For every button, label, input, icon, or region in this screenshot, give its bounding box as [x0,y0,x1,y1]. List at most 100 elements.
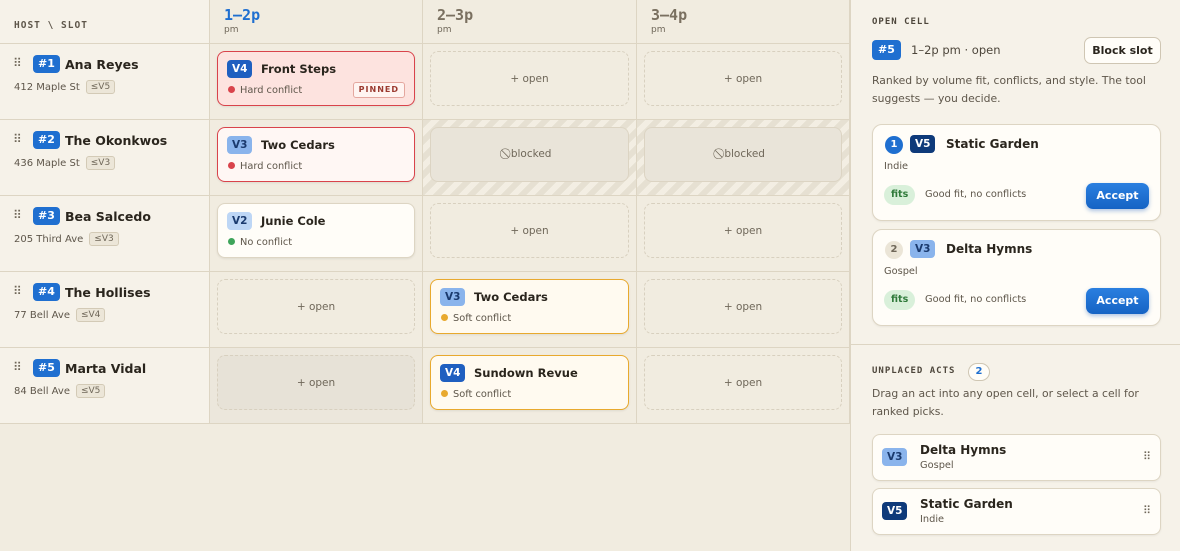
conflict-dot-icon [441,314,448,321]
act-name: Delta Hymns [920,443,1007,457]
act-name: Front Steps [261,62,337,76]
host-address: 84 Bell Ave [14,386,70,397]
open-slot[interactable]: + open [430,51,629,106]
grid-cell[interactable]: + open [423,196,637,272]
open-slot[interactable]: + open [644,203,842,258]
open-slot[interactable]: + open [644,51,842,106]
open-slot[interactable]: + open [430,203,629,258]
volume-badge: V5 [882,502,908,520]
host-name: Marta Vidal [65,361,147,376]
fit-badge: fits [884,290,916,310]
open-slot-selected[interactable]: + open [217,355,415,410]
act-card[interactable]: V4 Sundown Revue Soft conflict [430,355,629,410]
act-name: Sundown Revue [474,366,578,380]
ranked-pick-card[interactable]: 2 V3 Delta Hymns Gospel fits Good fit, n… [872,229,1161,326]
act-card[interactable]: V2 Junie Cole No conflict [217,203,415,258]
grid-cell[interactable]: V3 Two Cedars Hard conflict [210,120,423,196]
grid-cell[interactable]: V4 Front Steps Hard conflict PINNED [210,44,423,120]
volume-badge: V5 [910,135,936,153]
host-name: Bea Salcedo [65,209,151,224]
drag-handle-icon[interactable]: ⠿ [1143,450,1151,463]
accept-button[interactable]: Accept [1086,288,1149,314]
side-panel: OPEN CELL #5 1–2p pm · open Block slot R… [850,0,1180,551]
volume-limit-tag: ≤V4 [75,308,106,322]
host-row-2[interactable]: ⠿ #2 The Okonkwos 436 Maple St ≤V3 [0,120,210,196]
grid-cell-blocked[interactable]: ⃠ blocked [423,120,637,196]
host-address: 412 Maple St [14,82,80,93]
block-slot-button[interactable]: Block slot [1084,37,1161,64]
grid-cell-blocked[interactable]: ⃠ blocked [637,120,850,196]
conflict-dot-icon [228,238,235,245]
blocked-slot[interactable]: ⃠ blocked [430,127,629,182]
conflict-dot-icon [228,162,235,169]
grid-cell[interactable]: V4 Sundown Revue Soft conflict [423,348,637,424]
slot-header-1[interactable]: 1–2p pm [210,0,423,44]
grid-cell[interactable]: + open [637,44,850,120]
volume-badge: V3 [440,288,466,306]
act-card[interactable]: V3 Two Cedars Hard conflict [217,127,415,182]
slot-header-2[interactable]: 2–3p pm [423,0,637,44]
open-slot[interactable]: + open [644,279,842,334]
host-slot-label: HOST \ SLOT [14,20,88,31]
open-cell-description: Ranked by volume fit, conflicts, and sty… [872,74,1146,105]
unplaced-count-badge: 2 [968,363,990,381]
grid-cell[interactable]: + open [637,196,850,272]
drag-handle-icon[interactable]: ⠿ [13,360,22,374]
slot-sublabel: pm [224,25,239,35]
drag-handle-icon[interactable]: ⠿ [13,284,22,298]
schedule-grid: HOST \ SLOT 1–2p pm 2–3p pm 3–4p pm ⠿ #1… [0,0,850,551]
host-number-badge: #4 [33,283,60,301]
conflict-status: No conflict [228,237,292,248]
act-card[interactable]: V4 Front Steps Hard conflict PINNED [217,51,415,106]
host-address-line: 436 Maple St ≤V3 [14,156,116,170]
host-address: 77 Bell Ave [14,310,70,321]
ranked-pick-card[interactable]: 1 V5 Static Garden Indie fits Good fit, … [872,124,1161,221]
host-row-5[interactable]: ⠿ #5 Marta Vidal 84 Bell Ave ≤V5 [0,348,210,424]
selected-slot-text: 1–2p pm · open [911,43,1001,57]
accept-button[interactable]: Accept [1086,183,1149,209]
conflict-status: Soft conflict [441,389,511,400]
drag-handle-icon[interactable]: ⠿ [13,132,22,146]
drag-handle-icon[interactable]: ⠿ [13,56,22,70]
panel-divider [851,344,1180,345]
pick-name: Static Garden [946,137,1039,151]
grid-cell[interactable]: V2 Junie Cole No conflict [210,196,423,272]
drag-handle-icon[interactable]: ⠿ [13,208,22,222]
rank-badge: 1 [885,136,903,154]
drag-handle-icon[interactable]: ⠿ [1143,504,1151,517]
host-slot-header: HOST \ SLOT [0,0,210,44]
grid-cell[interactable]: + open [637,348,850,424]
act-genre: Gospel [920,460,954,471]
unplaced-act-card[interactable]: V5 Static Garden Indie ⠿ [872,488,1161,535]
conflict-label: Soft conflict [453,313,512,324]
unplaced-act-card[interactable]: V3 Delta Hymns Gospel ⠿ [872,434,1161,481]
selected-host-badge: #5 [872,40,901,60]
host-row-1[interactable]: ⠿ #1 Ana Reyes 412 Maple St ≤V5 [0,44,210,120]
slot-header-3[interactable]: 3–4p pm [637,0,850,44]
act-card[interactable]: V3 Two Cedars Soft conflict [430,279,629,334]
grid-cell[interactable]: V3 Two Cedars Soft conflict [423,272,637,348]
host-address-line: 412 Maple St ≤V5 [14,80,116,94]
open-slot[interactable]: + open [644,355,842,410]
host-address-line: 77 Bell Ave ≤V4 [14,308,106,322]
conflict-label: Soft conflict [453,389,512,400]
open-slot[interactable]: + open [217,279,415,334]
fit-note: Good fit, no conflicts [925,294,1027,305]
conflict-dot-icon [228,86,235,93]
conflict-dot-icon [441,390,448,397]
volume-limit-tag: ≤V5 [75,384,106,398]
host-number-badge: #2 [33,131,60,149]
blocked-slot[interactable]: ⃠ blocked [644,127,842,182]
grid-cell[interactable]: + open [423,44,637,120]
host-row-3[interactable]: ⠿ #3 Bea Salcedo 205 Third Ave ≤V3 [0,196,210,272]
grid-cell-selected[interactable]: + open [210,348,423,424]
host-number-badge: #3 [33,207,60,225]
host-address: 436 Maple St [14,158,80,169]
host-row-4[interactable]: ⠿ #4 The Hollises 77 Bell Ave ≤V4 [0,272,210,348]
pick-genre: Gospel [884,266,918,277]
grid-cell[interactable]: + open [210,272,423,348]
act-name: Junie Cole [261,214,326,228]
open-cell-title: OPEN CELL [872,17,930,27]
grid-cell[interactable]: + open [637,272,850,348]
conflict-label: No conflict [240,237,293,248]
